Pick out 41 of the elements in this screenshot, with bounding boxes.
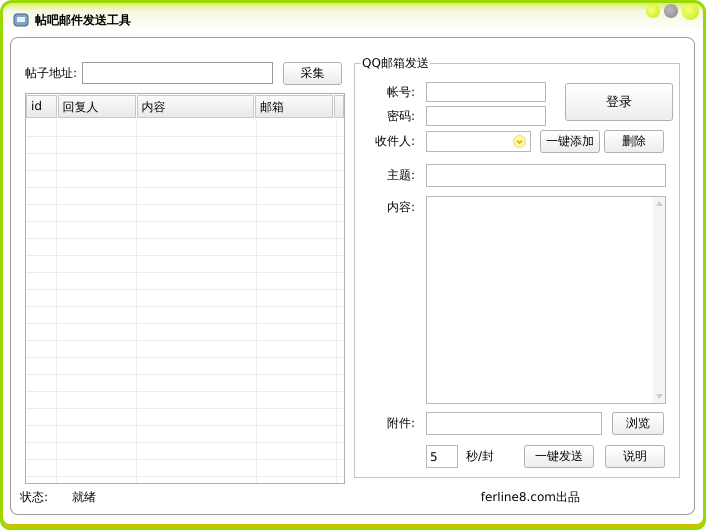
subject-label: 主题:: [386, 167, 415, 184]
status-label: 状态:: [20, 488, 50, 506]
recipient-dropdown[interactable]: [426, 131, 531, 152]
url-field[interactable]: [82, 62, 273, 84]
window-button[interactable]: [682, 2, 699, 20]
password-label: 密码:: [386, 108, 415, 124]
help-button[interactable]: 说明: [605, 445, 665, 468]
password-field[interactable]: [426, 106, 546, 126]
scroll-down-icon: [656, 394, 662, 399]
login-button[interactable]: 登录: [565, 83, 673, 121]
interval-unit-label: 秒/封: [466, 448, 494, 465]
header-filler: [334, 95, 344, 118]
collect-button[interactable]: 采集: [283, 62, 342, 84]
add-all-button[interactable]: 一键添加: [540, 130, 600, 153]
content-label: 内容:: [386, 199, 415, 216]
column-header[interactable]: 内容: [136, 95, 254, 118]
column-header[interactable]: 回复人: [58, 95, 136, 118]
attachment-field[interactable]: [426, 412, 602, 435]
credit-text: ferline8.com出品: [480, 488, 580, 506]
url-label: 帖子地址:: [25, 64, 78, 82]
browse-button[interactable]: 浏览: [612, 412, 664, 435]
group-title: QQ邮箱发送: [361, 55, 430, 72]
attachment-label: 附件:: [386, 415, 415, 432]
content-textarea[interactable]: [426, 196, 666, 404]
column-header[interactable]: id: [26, 95, 57, 118]
scroll-up-icon: [656, 201, 662, 206]
recipient-label: 收件人:: [374, 133, 415, 150]
interval-field[interactable]: 5: [426, 445, 458, 468]
window-title: 帖吧邮件发送工具: [35, 12, 131, 28]
status-text: 就绪: [72, 488, 96, 506]
column-header[interactable]: 邮箱: [255, 95, 333, 118]
chevron-down-icon: [513, 135, 526, 148]
app-icon: [13, 13, 29, 27]
window-button[interactable]: [646, 4, 660, 18]
send-all-button[interactable]: 一键发送: [524, 445, 594, 468]
scrollbar[interactable]: [653, 197, 665, 403]
subject-field[interactable]: [426, 164, 666, 187]
account-field[interactable]: [426, 82, 546, 102]
delete-button[interactable]: 删除: [604, 130, 664, 153]
window-button[interactable]: [664, 4, 678, 18]
account-label: 帐号:: [386, 84, 415, 100]
